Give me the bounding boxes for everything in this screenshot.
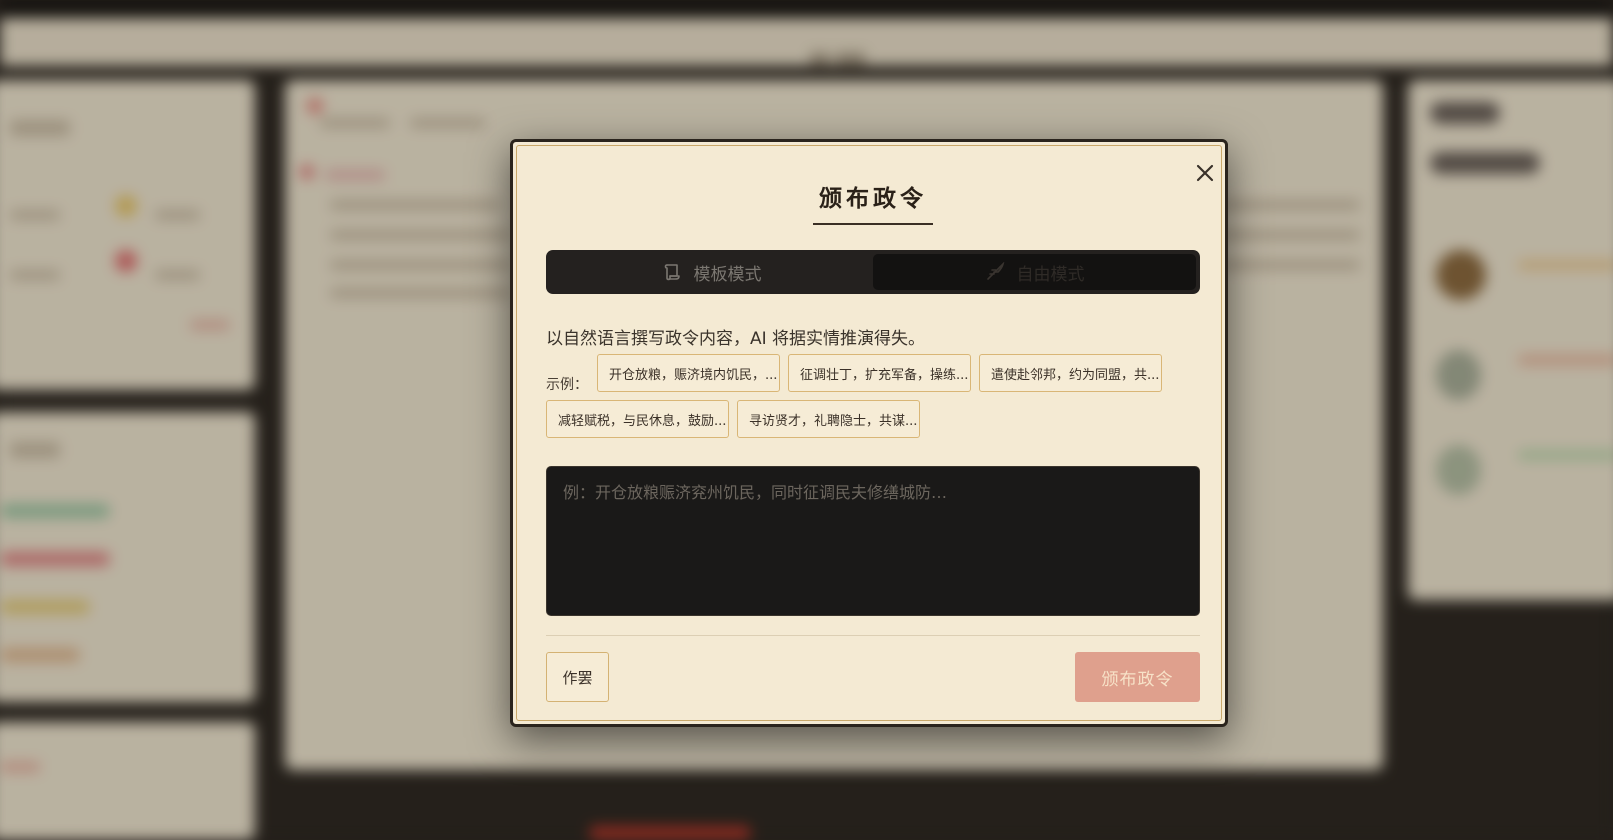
example-chip[interactable]: 遣使赴邻邦，约为同盟，共...: [979, 354, 1162, 392]
example-chip[interactable]: 减轻赋税，与民休息，鼓励...: [546, 400, 729, 438]
tab-template-mode[interactable]: 模板模式: [550, 254, 873, 290]
example-chip[interactable]: 开仓放粮，赈济境内饥民，...: [597, 354, 780, 392]
template-mode-label: 模板模式: [693, 264, 762, 285]
cancel-button[interactable]: 作罢: [546, 652, 609, 702]
tab-free-mode[interactable]: 自由模式: [873, 254, 1196, 290]
issue-edict-button[interactable]: 颁布政令: [1075, 652, 1200, 702]
scroll-icon: [664, 264, 680, 281]
title-underline: [813, 223, 933, 225]
edict-content-input[interactable]: [546, 466, 1200, 616]
example-chip[interactable]: 征调壮丁，扩充军备，操练...: [788, 354, 971, 392]
example-chip[interactable]: 寻访贤才，礼聘隐士，共谋...: [737, 400, 920, 438]
mode-toggle: 模板模式 自由模式: [546, 250, 1200, 294]
examples-label: 示例：: [546, 377, 588, 393]
dialog-title: 颁布政令: [819, 185, 927, 212]
dialog-inner-frame: 颁布政令 模板模式 自由模式 以自然语言撰写政令内容，AI 将据实情推演得失。 …: [516, 145, 1222, 721]
issue-edict-dialog: 颁布政令 模板模式 自由模式 以自然语言撰写政令内容，AI 将据实情推演得失。 …: [510, 139, 1228, 727]
footer-divider: [546, 635, 1200, 636]
mode-description: 以自然语言撰写政令内容，AI 将据实情推演得失。: [546, 329, 926, 349]
free-mode-label: 自由模式: [1016, 264, 1085, 285]
quill-icon: [986, 262, 1004, 280]
